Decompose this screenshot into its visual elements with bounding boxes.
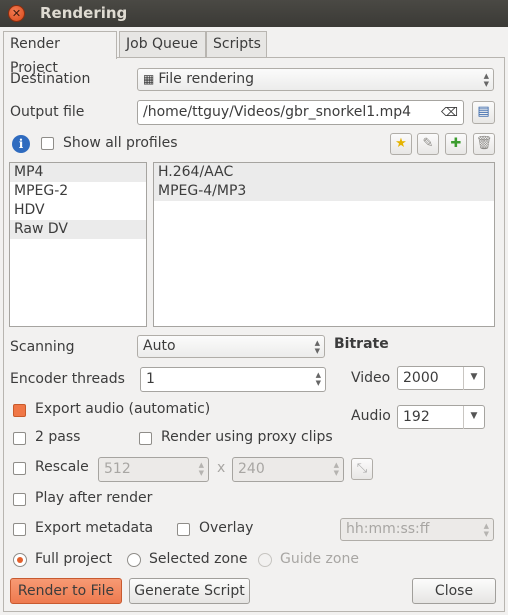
info-icon[interactable]: i xyxy=(12,135,30,153)
video-bitrate-value: 2000 xyxy=(403,370,439,386)
overlay-checkbox[interactable] xyxy=(177,523,190,536)
bitrate-title: Bitrate xyxy=(334,336,389,352)
encoder-threads-label: Encoder threads xyxy=(10,371,125,387)
proxy-clips-checkbox[interactable] xyxy=(139,432,152,445)
encoder-threads-spinbox[interactable]: 1 ▲ ▼ xyxy=(140,367,326,392)
generate-script-button[interactable]: Generate Script xyxy=(129,578,250,604)
audio-bitrate-combo[interactable]: 192 ▼ xyxy=(397,405,485,429)
link-aspect-icon[interactable]: ⤡ xyxy=(351,458,373,480)
show-all-profiles-checkbox[interactable] xyxy=(41,137,54,150)
close-window-icon[interactable]: ✕ xyxy=(8,5,25,22)
tab-render-project[interactable]: Render Project xyxy=(3,31,117,76)
destination-select[interactable]: ▦ File rendering ▲ ▼ xyxy=(137,68,494,91)
rescale-height-value: 240 xyxy=(238,461,265,477)
file-icon: ▦ xyxy=(143,72,155,86)
guide-zone-radio[interactable] xyxy=(258,553,272,567)
scanning-label: Scanning xyxy=(10,339,75,355)
guide-zone-label: Guide zone xyxy=(280,551,359,567)
overlay-label: Overlay xyxy=(199,520,254,536)
export-metadata-checkbox[interactable] xyxy=(13,523,26,536)
output-file-value: /home/ttguy/Videos/gbr_snorkel1.mp4 xyxy=(143,104,412,120)
selected-zone-radio[interactable] xyxy=(127,553,141,567)
output-file-label: Output file xyxy=(10,104,85,120)
play-after-render-label: Play after render xyxy=(35,490,153,506)
encoder-threads-value: 1 xyxy=(146,371,155,387)
list-item[interactable]: MPEG-2 xyxy=(10,182,146,201)
destination-label: Destination xyxy=(10,71,91,87)
overlay-format-select[interactable]: hh:mm:ss:ff ▲ ▼ xyxy=(340,518,494,541)
overlay-format-value: hh:mm:ss:ff xyxy=(346,521,430,537)
codec-list[interactable]: H.264/AAC MPEG-4/MP3 xyxy=(153,162,495,327)
spin-arrows-icon: ▲ ▼ xyxy=(333,461,339,477)
render-to-file-button[interactable]: Render to File xyxy=(10,578,122,604)
browse-folder-icon[interactable]: ▤ xyxy=(472,101,495,124)
spin-arrows-icon: ▲ ▼ xyxy=(198,461,204,477)
tab-job-queue[interactable]: Job Queue xyxy=(119,31,206,57)
rescale-label: Rescale xyxy=(35,459,89,475)
clear-text-icon[interactable]: ⌫ xyxy=(441,101,458,124)
window-title: Rendering xyxy=(40,4,128,22)
spin-arrows-icon: ▲ ▼ xyxy=(314,339,320,355)
close-button[interactable]: Close xyxy=(412,578,496,604)
video-bitrate-label: Video xyxy=(351,370,391,386)
spin-arrows-icon: ▲ ▼ xyxy=(483,522,489,538)
list-item[interactable]: Raw DV xyxy=(10,220,146,239)
export-audio-label: Export audio (automatic) xyxy=(35,401,211,417)
delete-profile-icon[interactable]: 🗑 xyxy=(473,133,495,155)
spin-arrows-icon[interactable]: ▲ ▼ xyxy=(316,371,321,387)
full-project-radio[interactable] xyxy=(13,553,27,567)
list-item[interactable]: MP4 xyxy=(10,163,146,182)
chevron-down-icon[interactable]: ▼ xyxy=(463,406,484,429)
list-item[interactable]: H.264/AAC xyxy=(154,163,494,182)
proxy-clips-label: Render using proxy clips xyxy=(161,429,333,445)
new-profile-icon[interactable]: ✚ xyxy=(445,133,467,155)
two-pass-checkbox[interactable] xyxy=(13,432,26,445)
destination-value: File rendering xyxy=(158,71,255,87)
selected-zone-label: Selected zone xyxy=(149,551,248,567)
list-item[interactable]: HDV xyxy=(10,201,146,220)
edit-profile-icon[interactable]: ✎ xyxy=(417,133,439,155)
two-pass-label: 2 pass xyxy=(35,429,81,445)
export-audio-checkbox[interactable] xyxy=(13,404,26,417)
tab-scripts[interactable]: Scripts xyxy=(206,31,267,57)
rescale-width-spinbox[interactable]: 512 ▲ ▼ xyxy=(98,457,209,482)
list-item[interactable]: MPEG-4/MP3 xyxy=(154,182,494,201)
video-bitrate-combo[interactable]: 2000 ▼ xyxy=(397,366,485,390)
play-after-render-checkbox[interactable] xyxy=(13,493,26,506)
rescale-height-spinbox[interactable]: 240 ▲ ▼ xyxy=(232,457,344,482)
favorite-star-icon[interactable]: ★ xyxy=(390,133,412,155)
full-project-label: Full project xyxy=(35,551,112,567)
rescale-width-value: 512 xyxy=(104,461,131,477)
format-list[interactable]: MP4 MPEG-2 HDV Raw DV xyxy=(9,162,147,327)
export-metadata-label: Export metadata xyxy=(35,520,154,536)
scanning-value: Auto xyxy=(143,338,176,354)
chevron-down-icon[interactable]: ▼ xyxy=(463,367,484,390)
show-all-profiles-label: Show all profiles xyxy=(63,135,178,151)
audio-bitrate-label: Audio xyxy=(351,408,391,424)
audio-bitrate-value: 192 xyxy=(403,409,430,425)
output-file-input[interactable]: /home/ttguy/Videos/gbr_snorkel1.mp4 ⌫ xyxy=(137,100,464,125)
scanning-select[interactable]: Auto ▲ ▼ xyxy=(137,335,325,358)
rescale-times-label: x xyxy=(217,460,226,476)
spin-arrows-icon: ▲ ▼ xyxy=(483,72,489,88)
rescale-checkbox[interactable] xyxy=(13,462,26,475)
